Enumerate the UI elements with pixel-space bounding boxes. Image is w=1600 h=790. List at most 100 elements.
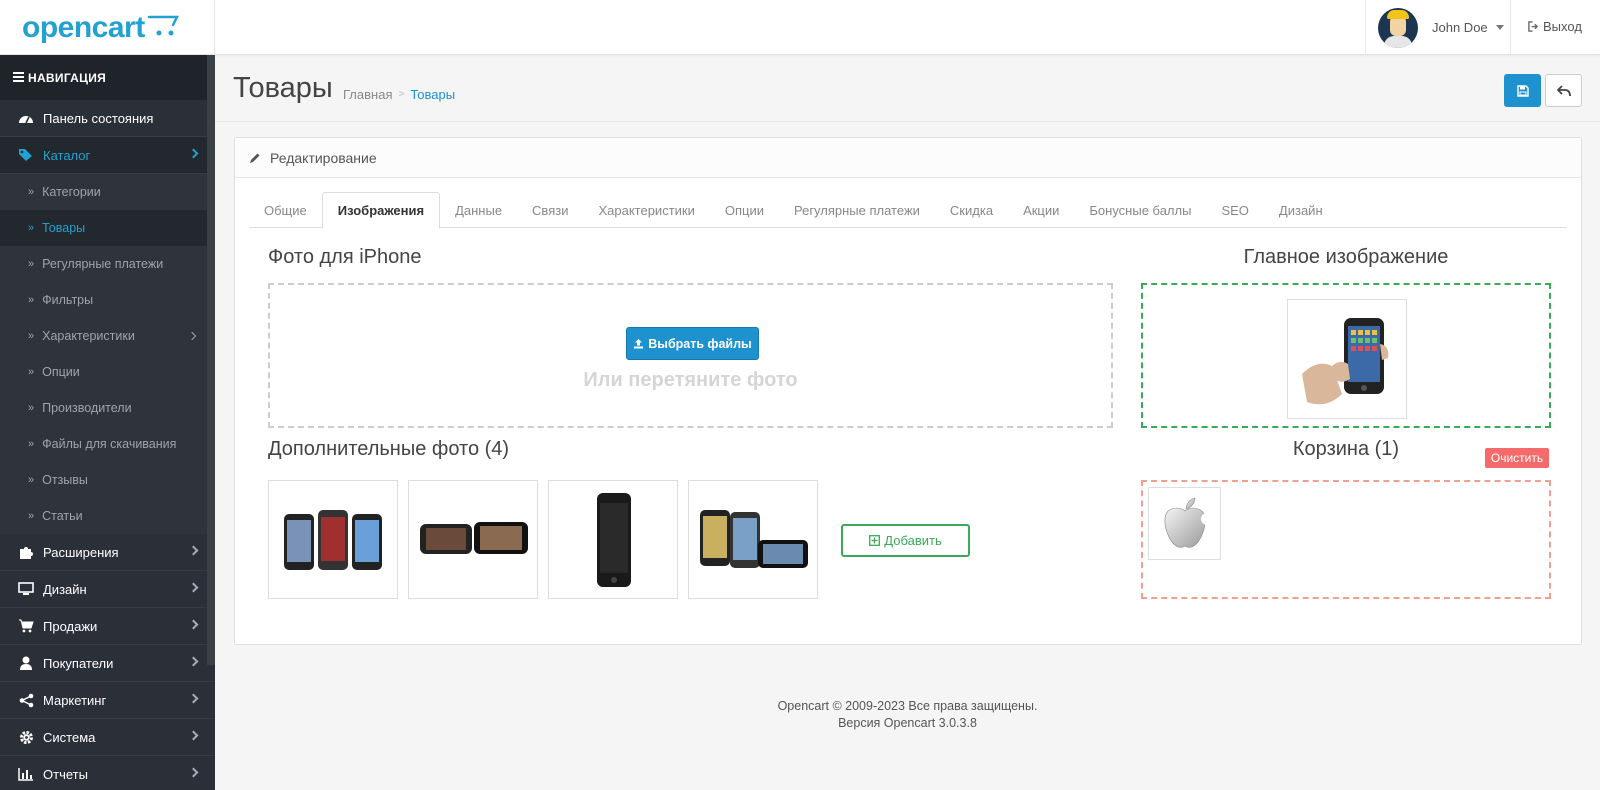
sidebar-sub-attributes[interactable]: » Характеристики: [0, 318, 215, 354]
sidebar-sub-downloads[interactable]: » Файлы для скачивания: [0, 426, 215, 462]
sign-out-icon: [1528, 21, 1539, 32]
sidebar-item-design[interactable]: Дизайн: [0, 571, 215, 608]
sidebar-item-label: Маркетинг: [43, 692, 107, 708]
cart-photo-1[interactable]: [1148, 487, 1221, 560]
tab-reward[interactable]: Бонусные баллы: [1074, 192, 1206, 228]
tab-recurring[interactable]: Регулярные платежи: [779, 192, 935, 228]
sidebar-item-dashboard[interactable]: Панель состояния: [0, 100, 215, 137]
sidebar-sub-reviews[interactable]: » Отзывы: [0, 462, 215, 498]
sidebar-item-marketing[interactable]: Маркетинг: [0, 682, 215, 719]
tab-special[interactable]: Акции: [1008, 192, 1074, 228]
main-image-thumb[interactable]: [1287, 299, 1407, 419]
clear-cart-button[interactable]: Очистить: [1485, 448, 1549, 468]
avatar: [1378, 7, 1418, 48]
sidebar-scrollbar[interactable]: [207, 55, 215, 665]
angle-right-icon: »: [28, 294, 35, 306]
pick-files-label: Выбрать файлы: [648, 336, 752, 351]
nav-title[interactable]: НАВИГАЦИЯ: [0, 55, 215, 100]
sidebar-sub-recurring[interactable]: » Регулярные платежи: [0, 246, 215, 282]
upload-icon: [634, 339, 644, 349]
sidebar-item-label: Система: [43, 729, 96, 745]
breadcrumb-current[interactable]: Товары: [410, 87, 455, 102]
tab-general[interactable]: Общие: [249, 192, 322, 228]
extra-photos-title: Дополнительные фото (4): [268, 438, 510, 460]
top-header: opencart John Doe Выход: [0, 0, 1600, 55]
sidebar-item-sales[interactable]: Продажи: [0, 608, 215, 645]
chevron-right-icon: [188, 767, 199, 778]
sidebar-item-catalog[interactable]: Каталог: [0, 137, 215, 174]
sidebar-sub-categories[interactable]: » Категории: [0, 174, 215, 210]
chevron-right-icon: [188, 693, 199, 704]
sidebar-item-reports[interactable]: Отчеты: [0, 756, 215, 790]
sidebar-item-system[interactable]: Система: [0, 719, 215, 756]
tab-options[interactable]: Опции: [710, 192, 779, 228]
breadcrumb: Главная > Товары: [343, 87, 455, 102]
add-photo-button[interactable]: Добавить: [841, 524, 970, 557]
page-divider: [215, 121, 1600, 122]
back-button[interactable]: [1545, 74, 1582, 107]
sidebar-item-label: Отчеты: [43, 766, 88, 782]
bar-chart-icon: [18, 766, 34, 782]
angle-right-icon: »: [28, 474, 35, 486]
upload-dropzone[interactable]: Выбрать файлы Или перетяните фото: [268, 283, 1113, 428]
chevron-right-icon: [188, 730, 199, 741]
main-image-zone[interactable]: [1141, 283, 1551, 428]
extra-photo-4[interactable]: [688, 480, 818, 599]
sidebar-sub-manufacturers[interactable]: » Производители: [0, 390, 215, 426]
footer: Opencart © 2009-2023 Все права защищены.…: [215, 698, 1600, 732]
sidebar-item-label: Панель состояния: [43, 110, 154, 126]
tab-links[interactable]: Связи: [517, 192, 583, 228]
tab-seo[interactable]: SEO: [1206, 192, 1263, 228]
tab-data[interactable]: Данные: [440, 192, 517, 228]
tab-design[interactable]: Дизайн: [1264, 192, 1338, 228]
edit-panel: Редактирование Общие Изображения Данные …: [234, 137, 1582, 645]
sidebar-sub-products[interactable]: » Товары: [0, 210, 215, 246]
tab-bar: Общие Изображения Данные Связи Характери…: [249, 192, 1567, 229]
extra-photo-3[interactable]: [548, 480, 678, 599]
angle-right-icon: »: [28, 438, 35, 450]
breadcrumb-home[interactable]: Главная: [343, 87, 392, 102]
logo-cart-icon: [147, 15, 179, 35]
iphone-5-image: [597, 493, 631, 587]
logo[interactable]: opencart: [0, 0, 215, 55]
sidebar-sub-options[interactable]: » Опции: [0, 354, 215, 390]
tab-discount[interactable]: Скидка: [935, 192, 1008, 228]
save-icon: [1516, 84, 1529, 97]
angle-right-icon: »: [28, 186, 35, 198]
plus-square-icon: [869, 535, 881, 546]
angle-right-icon: »: [28, 330, 35, 342]
chevron-right-icon: [188, 148, 199, 159]
share-icon: [18, 692, 34, 708]
apple-logo-image: [1164, 497, 1210, 548]
sidebar-item-customers[interactable]: Покупатели: [0, 645, 215, 682]
user-icon: [18, 655, 34, 671]
extra-photo-2[interactable]: [408, 480, 538, 599]
iphones-group-image: [699, 509, 808, 568]
chevron-right-icon: [187, 331, 197, 341]
sidebar: НАВИГАЦИЯ Панель состояния Каталог » Кате…: [0, 55, 215, 790]
sidebar-item-label: Продажи: [43, 618, 98, 634]
sidebar-item-label: Дизайн: [43, 581, 87, 597]
sidebar-sub-filters[interactable]: » Фильтры: [0, 282, 215, 318]
logout-link[interactable]: Выход: [1528, 19, 1582, 34]
pick-files-button[interactable]: Выбрать файлы: [626, 327, 759, 360]
cart-zone[interactable]: [1141, 480, 1551, 599]
bars-icon: [13, 71, 24, 85]
extra-photo-1[interactable]: [268, 480, 398, 599]
tab-attributes[interactable]: Характеристики: [583, 192, 709, 228]
user-menu[interactable]: John Doe: [1365, 0, 1511, 55]
iphone-in-hand-image: [1302, 318, 1389, 405]
chevron-right-icon: [188, 545, 199, 556]
sidebar-sub-label: Товары: [42, 221, 86, 235]
save-button[interactable]: [1504, 74, 1541, 107]
sidebar-sub-articles[interactable]: » Статьи: [0, 498, 215, 534]
sidebar-item-extensions[interactable]: Расширения: [0, 534, 215, 571]
iphones-landscape-image: [419, 521, 528, 554]
sidebar-item-label: Расширения: [43, 544, 119, 560]
upload-title: Фото для iPhone: [268, 246, 422, 268]
angle-right-icon: »: [28, 222, 35, 234]
reply-icon: [1556, 84, 1571, 96]
drop-hint: Или перетяните фото: [583, 369, 798, 391]
cart-icon: [18, 618, 34, 634]
tab-images[interactable]: Изображения: [321, 192, 441, 229]
